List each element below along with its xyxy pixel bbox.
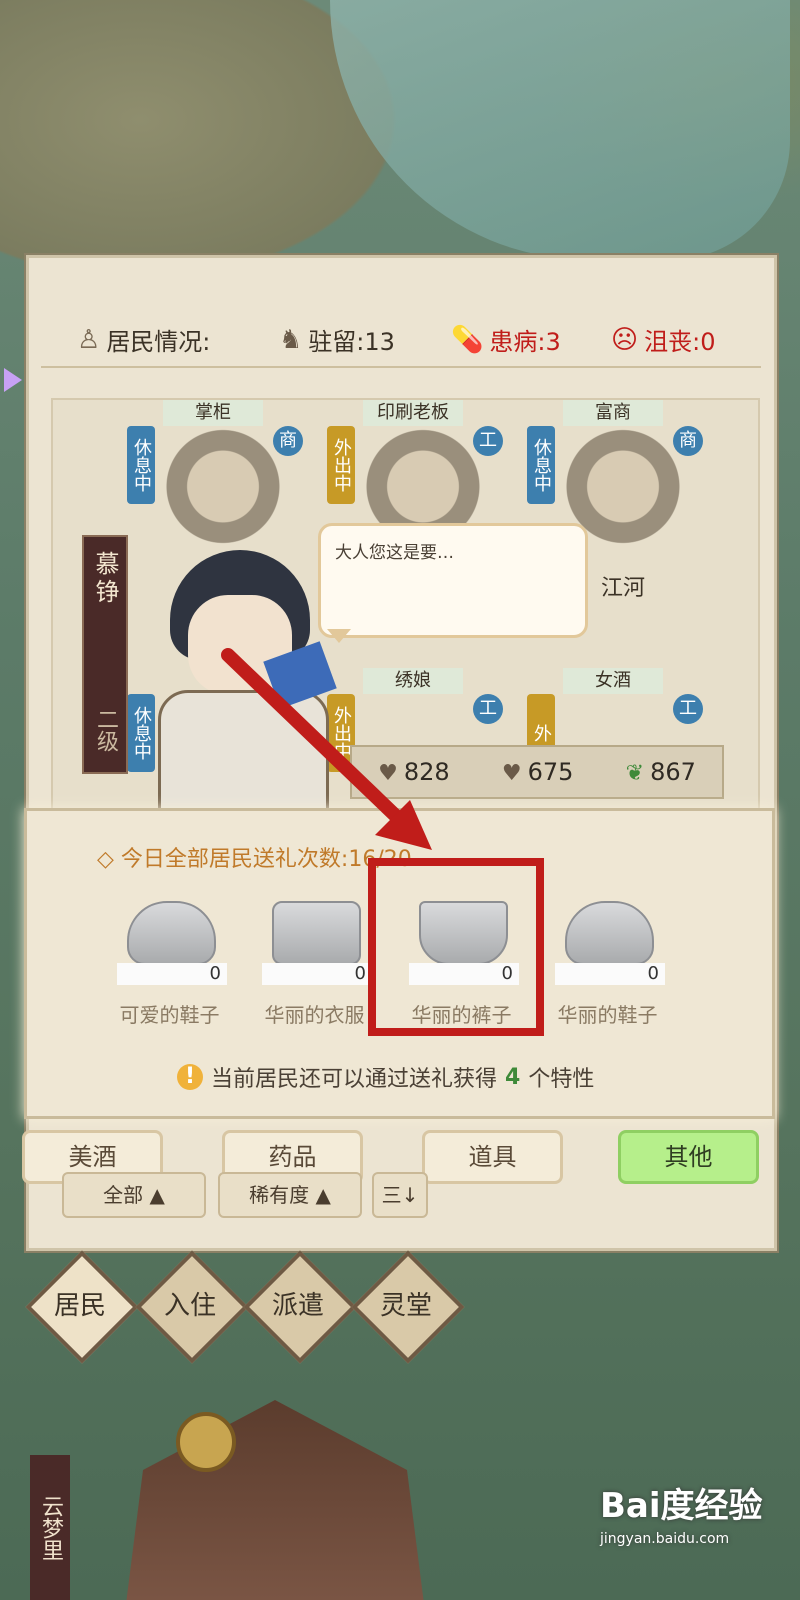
status-label: ♙ 居民情况: bbox=[77, 324, 211, 357]
gift-item[interactable]: 0 华丽的衣服 bbox=[242, 901, 387, 1031]
resident-status-bar: ♙ 居民情况: ♞ 驻留:13 💊 患病:3 ☹ 沮丧:0 bbox=[41, 274, 761, 368]
highlight-box bbox=[368, 858, 544, 1036]
character-robe bbox=[158, 690, 329, 816]
gift-qty: 0 bbox=[262, 963, 372, 985]
speech-bubble: 大人您这是要… bbox=[318, 523, 588, 643]
gift-name: 华丽的衣服 bbox=[264, 1003, 365, 1027]
gift-item[interactable]: 0 华丽的鞋子 bbox=[535, 901, 680, 1031]
speech-text: 大人您这是要… bbox=[335, 543, 454, 563]
character-portrait bbox=[150, 520, 337, 816]
trait-hint: ! 当前居民还可以通过送礼获得 4 个特性 bbox=[177, 1061, 594, 1093]
stat-a: ♥ 828 bbox=[378, 758, 450, 786]
heart-broken-icon: ♥ bbox=[378, 761, 398, 786]
expand-arrow-icon[interactable] bbox=[4, 368, 22, 392]
heart-icon: ♥ bbox=[501, 761, 522, 786]
status-sick: 💊 患病:3 bbox=[451, 324, 561, 357]
gift-qty: 0 bbox=[117, 963, 227, 985]
location-sign: 云梦里 bbox=[30, 1455, 70, 1600]
status-stationed: ♞ 驻留:13 bbox=[279, 324, 395, 357]
resident-role-badge: 工 bbox=[673, 694, 703, 724]
resident-title: 女酒 bbox=[563, 668, 663, 694]
robe-icon bbox=[272, 901, 361, 965]
filter-rarity[interactable]: 稀有度 ▲ bbox=[218, 1172, 362, 1218]
watermark: Bai度经验 jingyan.baidu.com bbox=[600, 1486, 763, 1547]
resident-title: 印刷老板 bbox=[363, 400, 463, 426]
tab-other[interactable]: 其他 bbox=[618, 1130, 759, 1184]
resident-state: 休息中 bbox=[527, 426, 555, 504]
resident-title: 掌柜 bbox=[163, 400, 263, 426]
gift-qty: 0 bbox=[555, 963, 665, 985]
nav-dispatch[interactable]: 派遣 bbox=[243, 1250, 357, 1364]
status-depressed: ☹ 沮丧:0 bbox=[611, 324, 716, 357]
gift-name: 华丽的鞋子 bbox=[557, 1003, 658, 1027]
pill-icon: 💊 bbox=[451, 324, 484, 355]
nav-move-in[interactable]: 入住 bbox=[135, 1250, 249, 1364]
character-name: 慕铮 bbox=[91, 551, 119, 607]
gift-name: 可爱的鞋子 bbox=[119, 1003, 220, 1027]
resident-role-badge: 工 bbox=[473, 694, 503, 724]
sad-face-icon: ☹ bbox=[611, 324, 639, 355]
nav-memorial[interactable]: 灵堂 bbox=[351, 1250, 465, 1364]
gift-count: ◇ 今日全部居民送礼次数:16/20 bbox=[97, 847, 412, 872]
character-stats: ♥ 828 ♥ 675 ❦ 867 bbox=[350, 745, 724, 799]
resident-state: 外出中 bbox=[327, 426, 355, 504]
stat-b: ♥ 675 bbox=[501, 758, 574, 786]
resident-title: 富商 bbox=[563, 400, 663, 426]
shoes-icon bbox=[127, 901, 216, 965]
shoes-icon bbox=[565, 901, 654, 965]
stat-c: ❦ 867 bbox=[625, 758, 696, 786]
coin-icon[interactable] bbox=[176, 1412, 236, 1472]
character-level: 二级 bbox=[93, 708, 118, 752]
character-name-banner: 慕铮 二级 bbox=[82, 535, 128, 774]
nav-residents[interactable]: 居民 bbox=[25, 1250, 139, 1364]
sort-button[interactable]: 三↓ bbox=[372, 1172, 428, 1218]
leaf-icon: ❦ bbox=[625, 761, 645, 786]
warning-icon: ! bbox=[177, 1064, 203, 1090]
resident-state: 休息中 bbox=[127, 426, 155, 504]
tab-items[interactable]: 道具 bbox=[422, 1130, 563, 1184]
resident-title: 绣娘 bbox=[363, 668, 463, 694]
horse-icon: ♞ bbox=[279, 324, 303, 355]
gift-item[interactable]: 0 可爱的鞋子 bbox=[97, 901, 242, 1031]
filter-all[interactable]: 全部 ▲ bbox=[62, 1172, 206, 1218]
person-icon: ♙ bbox=[77, 324, 101, 355]
